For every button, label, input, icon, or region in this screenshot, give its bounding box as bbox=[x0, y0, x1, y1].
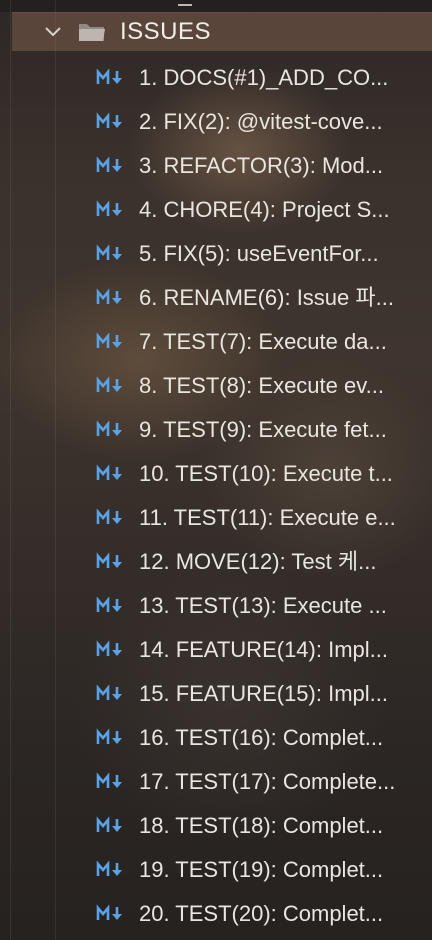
markdown-icon bbox=[96, 420, 126, 440]
file-label: 13. TEST(13): Execute ... bbox=[139, 593, 387, 618]
markdown-icon bbox=[96, 200, 126, 220]
file-item[interactable]: 11. TEST(11): Execute e... bbox=[0, 496, 432, 540]
file-item[interactable]: 7. TEST(7): Execute da... bbox=[0, 320, 432, 364]
markdown-icon bbox=[96, 772, 126, 792]
file-label: 2. FIX(2): @vitest-cove... bbox=[139, 109, 383, 134]
markdown-icon bbox=[96, 816, 126, 836]
file-label: 1. DOCS(#1)_ADD_CO... bbox=[139, 65, 389, 90]
chevron-down-icon[interactable] bbox=[44, 23, 62, 41]
file-list: 1. DOCS(#1)_ADD_CO... 2. FIX(2): @vitest-… bbox=[0, 56, 432, 936]
file-item[interactable]: 4. CHORE(4): Project S... bbox=[0, 188, 432, 232]
file-item[interactable]: 16. TEST(16): Complet... bbox=[0, 716, 432, 760]
file-item[interactable]: 2. FIX(2): @vitest-cove... bbox=[0, 100, 432, 144]
markdown-icon bbox=[96, 684, 126, 704]
markdown-icon bbox=[96, 596, 126, 616]
markdown-icon bbox=[96, 552, 126, 572]
file-item[interactable]: 8. TEST(8): Execute ev... bbox=[0, 364, 432, 408]
file-item[interactable]: 17. TEST(17): Complete... bbox=[0, 760, 432, 804]
markdown-icon bbox=[96, 112, 126, 132]
file-label: 10. TEST(10): Execute t... bbox=[139, 461, 393, 486]
markdown-icon bbox=[96, 904, 126, 924]
file-label: 7. TEST(7): Execute da... bbox=[139, 329, 387, 354]
file-label: 15. FEATURE(15): Impl... bbox=[139, 681, 388, 706]
file-label: 16. TEST(16): Complet... bbox=[139, 725, 384, 750]
folder-issues[interactable]: ISSUES bbox=[12, 12, 432, 51]
file-item[interactable]: 10. TEST(10): Execute t... bbox=[0, 452, 432, 496]
file-item[interactable]: 1. DOCS(#1)_ADD_CO... bbox=[0, 56, 432, 100]
markdown-icon bbox=[96, 156, 126, 176]
file-label: 19. TEST(19): Complet... bbox=[139, 857, 384, 882]
file-label: 4. CHORE(4): Project S... bbox=[139, 197, 390, 222]
markdown-icon bbox=[96, 68, 126, 88]
file-label: 5. FIX(5): useEventFor... bbox=[139, 241, 379, 266]
explorer-top-edge bbox=[0, 0, 432, 12]
file-item[interactable]: 15. FEATURE(15): Impl... bbox=[0, 672, 432, 716]
file-item[interactable]: 18. TEST(18): Complet... bbox=[0, 804, 432, 848]
markdown-icon bbox=[96, 244, 126, 264]
file-label: 14. FEATURE(14): Impl... bbox=[139, 637, 388, 662]
folder-open-icon bbox=[78, 21, 106, 43]
file-item[interactable]: 6. RENAME(6): Issue 파... bbox=[0, 276, 432, 320]
folder-label: ISSUES bbox=[120, 18, 212, 45]
markdown-icon bbox=[96, 332, 126, 352]
markdown-icon bbox=[96, 508, 126, 528]
file-label: 9. TEST(9): Execute fet... bbox=[139, 417, 387, 442]
file-label: 17. TEST(17): Complete... bbox=[139, 769, 396, 794]
file-label: 20. TEST(20): Complet... bbox=[139, 901, 384, 926]
markdown-icon bbox=[96, 376, 126, 396]
file-label: 12. MOVE(12): Test 케... bbox=[139, 549, 377, 574]
file-item[interactable]: 19. TEST(19): Complet... bbox=[0, 848, 432, 892]
file-item[interactable]: 13. TEST(13): Execute ... bbox=[0, 584, 432, 628]
markdown-icon bbox=[96, 728, 126, 748]
markdown-icon bbox=[96, 464, 126, 484]
file-label: 3. REFACTOR(3): Mod... bbox=[139, 153, 384, 178]
file-label: 8. TEST(8): Execute ev... bbox=[139, 373, 384, 398]
markdown-icon bbox=[96, 288, 126, 308]
file-item[interactable]: 14. FEATURE(14): Impl... bbox=[0, 628, 432, 672]
top-edge-marker bbox=[178, 4, 192, 6]
file-item[interactable]: 3. REFACTOR(3): Mod... bbox=[0, 144, 432, 188]
file-label: 11. TEST(11): Execute e... bbox=[139, 505, 396, 530]
file-label: 18. TEST(18): Complet... bbox=[139, 813, 384, 838]
file-item[interactable]: 9. TEST(9): Execute fet... bbox=[0, 408, 432, 452]
markdown-icon bbox=[96, 640, 126, 660]
file-item[interactable]: 20. TEST(20): Complet... bbox=[0, 892, 432, 936]
file-item[interactable]: 12. MOVE(12): Test 케... bbox=[0, 540, 432, 584]
file-label: 6. RENAME(6): Issue 파... bbox=[139, 285, 394, 310]
markdown-icon bbox=[96, 860, 126, 880]
file-item[interactable]: 5. FIX(5): useEventFor... bbox=[0, 232, 432, 276]
